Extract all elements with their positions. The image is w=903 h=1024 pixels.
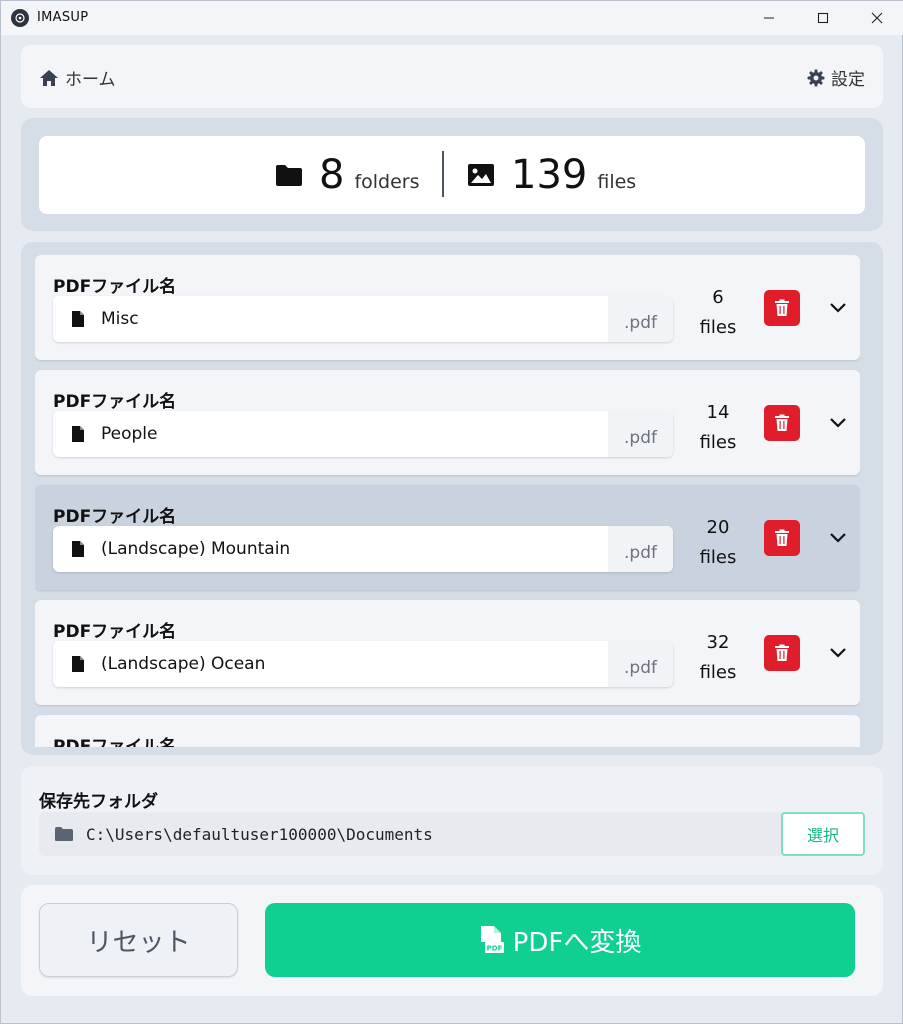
file-count: 14 files [695, 398, 741, 458]
pdf-extension: .pdf [608, 296, 673, 342]
pdf-name-label: PDFファイル名 [53, 622, 177, 642]
maximize-icon [817, 12, 829, 24]
file-count-unit: files [699, 547, 737, 568]
gear-icon [807, 69, 825, 86]
reset-button[interactable]: リセット [39, 903, 238, 977]
title-bar: IMASUP [1, 1, 903, 35]
app-window: IMASUP ホーム 設定 8 folders 139 files PDFファイ… [0, 0, 903, 1024]
folders-count: 8 [319, 152, 345, 198]
pdf-list-item-partial[interactable]: PDFファイル名 [35, 715, 860, 747]
file-icon [72, 656, 84, 672]
select-folder-button[interactable]: 選択 [781, 812, 865, 856]
pdf-name-value: People [101, 424, 158, 444]
file-count-number: 32 [706, 632, 730, 653]
file-count-unit: files [699, 662, 737, 683]
pdf-extension: .pdf [608, 411, 673, 457]
app-logo-icon [11, 9, 29, 27]
pdf-list-item[interactable]: PDFファイル名 People .pdf 14 files [35, 370, 860, 475]
folders-summary: 8 folders [275, 136, 420, 214]
file-icon [72, 426, 84, 442]
svg-text:PDF: PDF [486, 945, 502, 953]
pdf-name-value: Misc [101, 309, 139, 329]
file-count-number: 6 [712, 287, 724, 308]
pdf-extension: .pdf [608, 641, 673, 687]
save-folder-label: 保存先フォルダ [39, 792, 158, 812]
minimize-icon [764, 17, 774, 19]
convert-label: PDFへ変換 [512, 927, 642, 958]
expand-button[interactable] [827, 414, 849, 432]
file-count: 32 files [695, 628, 741, 688]
home-label: ホーム [65, 70, 116, 90]
chevron-down-icon [830, 533, 846, 543]
pdf-name-label: PDFファイル名 [53, 392, 177, 412]
files-count: 139 [511, 152, 588, 198]
home-link[interactable]: ホーム [39, 65, 116, 90]
file-count-unit: files [699, 432, 737, 453]
expand-button[interactable] [827, 299, 849, 317]
delete-button[interactable] [764, 405, 800, 441]
trash-icon [775, 529, 789, 546]
pdf-file-icon: PDF [480, 926, 504, 953]
close-window-button[interactable] [850, 1, 903, 35]
delete-button[interactable] [764, 635, 800, 671]
save-path-value: C:\Users\defaultuser100000\Documents [86, 824, 433, 844]
maximize-button[interactable] [796, 1, 850, 35]
chevron-down-icon [830, 418, 846, 428]
pdf-name-label: PDFファイル名 [53, 277, 177, 297]
trash-icon [775, 414, 789, 431]
save-path-field: C:\Users\defaultuser100000\Documents 選択 [39, 812, 865, 856]
settings-link[interactable]: 設定 [807, 65, 865, 90]
pdf-name-field[interactable]: (Landscape) Mountain .pdf [53, 526, 673, 572]
pdf-list-item-selected[interactable]: PDFファイル名 (Landscape) Mountain .pdf 20 fi… [35, 485, 860, 590]
file-count-number: 14 [706, 402, 730, 423]
files-unit: files [597, 171, 637, 193]
folders-unit: folders [354, 171, 420, 193]
file-icon [72, 311, 84, 327]
settings-label: 設定 [831, 70, 865, 90]
trash-icon [775, 644, 789, 661]
app-title: IMASUP [37, 10, 89, 25]
pdf-list-item[interactable]: PDFファイル名 (Landscape) Ocean .pdf 32 files [35, 600, 860, 705]
pdf-name-field[interactable]: Misc .pdf [53, 296, 673, 342]
actions-panel: リセット PDF PDFへ変換 [21, 885, 883, 996]
pdf-list-panel[interactable]: PDFファイル名 Misc .pdf 6 files PDFファイル名 Peop… [21, 242, 883, 755]
file-icon [72, 541, 84, 557]
home-icon [40, 69, 58, 86]
summary-divider [442, 151, 444, 197]
minimize-button[interactable] [742, 1, 796, 35]
top-nav: ホーム 設定 [21, 45, 883, 108]
pdf-name-field[interactable]: People .pdf [53, 411, 673, 457]
chevron-down-icon [830, 303, 846, 313]
folder-icon [276, 165, 302, 186]
convert-to-pdf-button[interactable]: PDF PDFへ変換 [265, 903, 855, 977]
summary-panel: 8 folders 139 files [21, 118, 883, 231]
folder-icon [55, 827, 73, 841]
save-folder-panel: 保存先フォルダ C:\Users\defaultuser100000\Docum… [21, 766, 883, 875]
pdf-list: PDFファイル名 Misc .pdf 6 files PDFファイル名 Peop… [35, 255, 860, 747]
close-icon [871, 12, 883, 24]
delete-button[interactable] [764, 290, 800, 326]
pdf-extension: .pdf [608, 526, 673, 572]
trash-icon [775, 299, 789, 316]
file-count-number: 20 [706, 517, 730, 538]
file-count: 20 files [695, 513, 741, 573]
file-count-unit: files [699, 317, 737, 338]
files-summary: 139 files [467, 136, 636, 214]
chevron-down-icon [830, 648, 846, 658]
summary-card: 8 folders 139 files [39, 136, 865, 214]
delete-button[interactable] [764, 520, 800, 556]
pdf-name-label: PDFファイル名 [53, 737, 177, 747]
pdf-name-value: (Landscape) Mountain [101, 539, 291, 559]
pdf-list-item[interactable]: PDFファイル名 Misc .pdf 6 files [35, 255, 860, 360]
image-icon [468, 164, 494, 186]
pdf-name-value: (Landscape) Ocean [101, 654, 266, 674]
file-count: 6 files [695, 283, 741, 343]
expand-button[interactable] [827, 529, 849, 547]
pdf-name-field[interactable]: (Landscape) Ocean .pdf [53, 641, 673, 687]
pdf-name-label: PDFファイル名 [53, 507, 177, 527]
expand-button[interactable] [827, 644, 849, 662]
